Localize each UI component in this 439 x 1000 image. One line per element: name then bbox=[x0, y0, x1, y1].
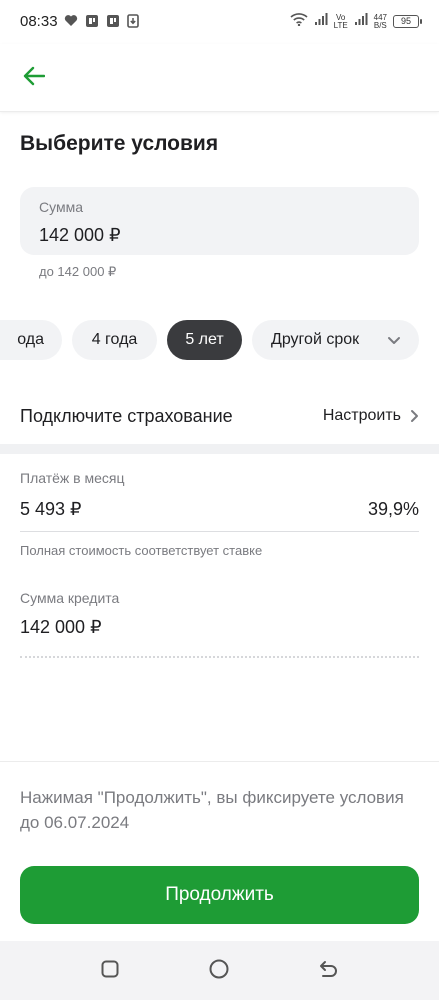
status-icons-left bbox=[64, 14, 141, 28]
credit-amount-value: 142 000 ₽ bbox=[20, 617, 102, 637]
term-chip-label: 4 года bbox=[91, 331, 138, 348]
arrow-left-icon bbox=[23, 66, 46, 91]
term-chips: ода 4 года 5 лет Другой срок bbox=[0, 320, 439, 360]
status-icons-right: Vo LTE 447 B/S 95 bbox=[290, 12, 422, 31]
network-speed: 447 B/S bbox=[373, 13, 387, 30]
term-chip-label: ода bbox=[17, 331, 44, 348]
wifi-icon bbox=[290, 12, 308, 31]
notification-app-icon bbox=[106, 14, 120, 28]
credit-amount-label: Сумма кредита bbox=[20, 590, 120, 606]
amount-label: Сумма bbox=[39, 199, 83, 215]
heart-icon bbox=[64, 14, 78, 28]
insurance-row[interactable]: Подключите страхование Настроить bbox=[0, 390, 439, 442]
term-chip-5-years[interactable]: 5 лет bbox=[167, 320, 242, 360]
interest-rate-value: 39,9% bbox=[367, 499, 419, 519]
download-icon bbox=[127, 14, 141, 28]
dotted-divider bbox=[20, 656, 419, 658]
divider bbox=[0, 761, 439, 762]
chevron-down-icon bbox=[387, 333, 401, 351]
signal-icon bbox=[354, 12, 368, 31]
notification-app-icon bbox=[85, 14, 99, 28]
battery-icon: 95 bbox=[393, 15, 422, 28]
section-divider bbox=[0, 444, 439, 454]
recents-square-icon bbox=[100, 959, 120, 984]
full-cost-note: Полная стоимость соответствует ставке bbox=[20, 543, 263, 558]
back-arrow-icon bbox=[317, 959, 339, 984]
status-bar: 08:33 Vo LTE 447 B/S 95 bbox=[0, 0, 439, 44]
insurance-label: Подключите страхование bbox=[20, 406, 233, 426]
chevron-right-icon bbox=[410, 409, 419, 428]
continue-button[interactable]: Продолжить bbox=[20, 866, 419, 924]
network-speed-unit: B/S bbox=[373, 20, 387, 30]
insurance-configure-link[interactable]: Настроить bbox=[323, 407, 401, 425]
term-chip-3-years[interactable]: ода bbox=[0, 320, 62, 360]
term-chip-4-years[interactable]: 4 года bbox=[72, 320, 157, 360]
monthly-payment-label: Платёж в месяц bbox=[20, 470, 125, 486]
recents-button[interactable] bbox=[98, 959, 122, 983]
amount-field[interactable]: Сумма 142 000 ₽ bbox=[20, 187, 419, 255]
divider bbox=[20, 531, 419, 532]
term-chip-other[interactable]: Другой срок bbox=[252, 320, 419, 360]
top-app-bar bbox=[0, 44, 439, 112]
page-title: Выберите условия bbox=[20, 132, 219, 155]
system-back-button[interactable] bbox=[316, 959, 340, 983]
home-circle-icon bbox=[208, 958, 230, 985]
terms-notice: Нажимая "Продолжить", вы фиксируете усло… bbox=[20, 788, 404, 832]
signal-icon bbox=[314, 12, 328, 31]
term-chip-label: 5 лет bbox=[185, 331, 224, 348]
term-chip-label: Другой срок bbox=[271, 331, 360, 348]
network-type-label: Vo LTE bbox=[333, 12, 348, 30]
system-nav-bar bbox=[0, 941, 439, 1000]
amount-hint: до 142 000 ₽ bbox=[39, 264, 117, 279]
home-button[interactable] bbox=[207, 959, 231, 983]
amount-value[interactable]: 142 000 ₽ bbox=[39, 225, 121, 246]
status-time: 08:33 bbox=[20, 13, 58, 30]
back-button[interactable] bbox=[18, 64, 50, 92]
monthly-payment-value: 5 493 ₽ bbox=[20, 499, 82, 519]
